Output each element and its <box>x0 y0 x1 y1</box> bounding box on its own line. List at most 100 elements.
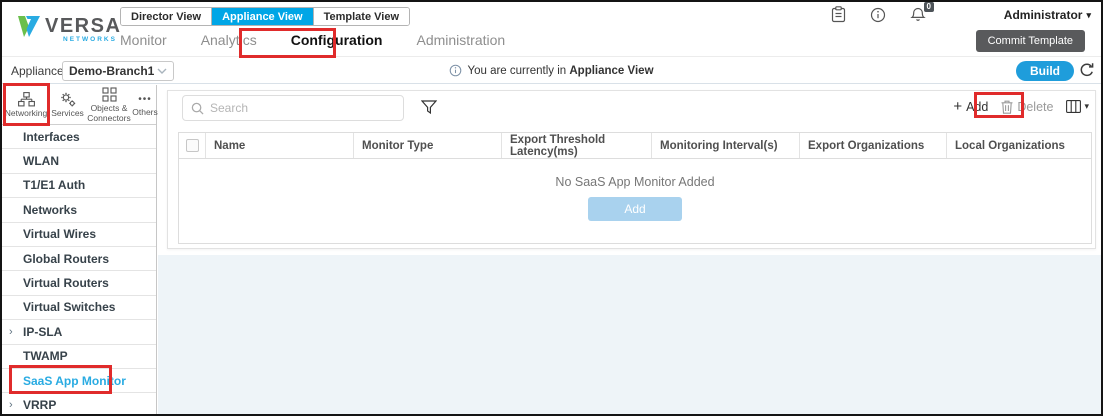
panel-actions: + Add Delete ▾ <box>953 99 1089 114</box>
category-label: Services <box>51 108 84 119</box>
user-menu-label: Administrator <box>1003 8 1083 22</box>
appliance-select-value: Demo-Branch1 <box>69 64 155 78</box>
column-header-monitor-type[interactable]: Monitor Type <box>354 133 502 158</box>
add-button[interactable]: + Add <box>953 99 988 114</box>
versa-v-icon <box>16 13 42 39</box>
tab-director-view[interactable]: Director View <box>121 8 213 25</box>
menu-item-label: Virtual Routers <box>23 276 109 291</box>
menu-item-label: SaaS App Monitor <box>23 373 126 388</box>
caret-down-icon: ▾ <box>1086 9 1091 20</box>
menu-item-label: TWAMP <box>23 349 68 364</box>
sidebar-category-objects-connectors[interactable]: Objects & Connectors <box>85 85 133 124</box>
chevron-right-icon: › <box>9 325 13 338</box>
sidebar-menu: Interfaces WLAN T1/E1 Auth Networks Virt… <box>2 125 156 414</box>
appliance-bar: Appliance Demo-Branch1 You are currently… <box>2 58 1101 84</box>
menu-item-label: Virtual Switches <box>23 300 116 315</box>
appliance-select[interactable]: Demo-Branch1 <box>62 61 174 81</box>
search-input[interactable] <box>210 101 395 115</box>
saas-app-monitor-panel: + Add Delete <box>167 90 1096 249</box>
menu-item-label: T1/E1 Auth <box>23 178 86 193</box>
gears-icon <box>60 92 75 107</box>
versa-director-window: VERSA NETWORKS Director View Appliance V… <box>0 0 1103 416</box>
search-box[interactable] <box>182 95 404 121</box>
ellipsis-icon: ••• <box>138 93 152 105</box>
filter-funnel-icon[interactable] <box>421 100 437 115</box>
category-label: Networking <box>4 108 48 119</box>
sidebar-item-interfaces[interactable]: Interfaces <box>2 125 156 150</box>
menu-item-label: WLAN <box>23 154 59 169</box>
sidebar-item-twamp[interactable]: TWAMP <box>2 345 156 369</box>
empty-state-add-button[interactable]: Add <box>588 197 682 221</box>
info-icon <box>450 64 462 77</box>
column-header-monitoring-interval[interactable]: Monitoring Interval(s) <box>652 133 800 158</box>
trash-icon <box>1001 100 1013 114</box>
user-menu[interactable]: Administrator ▾ <box>1004 8 1091 22</box>
column-header-local-organizations[interactable]: Local Organizations <box>947 133 1091 158</box>
sidebar-item-ip-sla[interactable]: › IP-SLA <box>2 320 156 345</box>
squares-icon <box>101 87 117 102</box>
columns-icon <box>1066 100 1082 113</box>
category-label: Others <box>132 106 158 117</box>
column-header-export-threshold-latency[interactable]: Export Threshold Latency(ms) <box>502 133 652 158</box>
sidebar-category-services[interactable]: Services <box>50 90 85 119</box>
tab-appliance-view[interactable]: Appliance View <box>212 8 314 25</box>
main-nav: Monitor Analytics Configuration Administ… <box>120 32 505 48</box>
nav-administration[interactable]: Administration <box>416 32 505 48</box>
view-tab-group: Director View Appliance View Template Vi… <box>120 7 411 26</box>
caret-down-icon: ▾ <box>1084 101 1089 111</box>
menu-item-label: Global Routers <box>23 251 110 266</box>
tab-template-view[interactable]: Template View <box>313 8 410 25</box>
app-header: VERSA NETWORKS Director View Appliance V… <box>2 2 1101 57</box>
menu-item-label: Interfaces <box>23 129 80 144</box>
brand-name: VERSA <box>45 15 122 37</box>
appliance-label: Appliance <box>11 64 64 78</box>
nav-analytics[interactable]: Analytics <box>201 32 257 48</box>
column-selector-button[interactable]: ▾ <box>1066 100 1089 113</box>
sidebar-item-saas-app-monitor[interactable]: SaaS App Monitor <box>2 369 156 394</box>
nav-configuration[interactable]: Configuration <box>291 32 383 48</box>
sidebar-item-virtual-routers[interactable]: Virtual Routers <box>2 271 156 296</box>
column-header-export-organizations[interactable]: Export Organizations <box>800 133 947 158</box>
refresh-icon[interactable] <box>1079 62 1095 79</box>
notifications-bell-icon[interactable]: 0 <box>910 2 934 23</box>
column-header-name[interactable]: Name <box>206 133 354 158</box>
plus-icon: + <box>953 98 963 115</box>
menu-item-label: Virtual Wires <box>23 227 97 242</box>
sidebar: Networking Services Objects & Connectors… <box>2 85 158 414</box>
sidebar-item-t1e1-auth[interactable]: T1/E1 Auth <box>2 174 156 199</box>
delete-button[interactable]: Delete <box>1001 100 1053 114</box>
sidebar-category-networking[interactable]: Networking <box>2 90 50 119</box>
sidebar-category-tabs: Networking Services Objects & Connectors… <box>2 85 158 125</box>
saas-monitor-table: Name Monitor Type Export Threshold Laten… <box>178 132 1092 244</box>
chevron-right-icon: › <box>9 398 13 411</box>
nav-monitor[interactable]: Monitor <box>120 32 167 48</box>
build-button[interactable]: Build <box>1016 61 1074 81</box>
menu-item-label: VRRP <box>23 397 57 412</box>
sidebar-item-virtual-switches[interactable]: Virtual Switches <box>2 296 156 321</box>
sidebar-item-networks[interactable]: Networks <box>2 198 156 223</box>
brand-subtitle: NETWORKS <box>63 36 117 43</box>
sidebar-item-virtual-wires[interactable]: Virtual Wires <box>2 223 156 247</box>
empty-state-message: No SaaS App Monitor Added <box>555 175 715 189</box>
delete-button-label: Delete <box>1017 99 1054 114</box>
content-background <box>158 255 1101 414</box>
main-content: + Add Delete <box>158 85 1101 414</box>
tasks-clipboard-icon[interactable] <box>831 6 846 23</box>
sidebar-item-global-routers[interactable]: Global Routers <box>2 247 156 272</box>
network-nodes-icon <box>17 92 35 107</box>
table-header-row: Name Monitor Type Export Threshold Laten… <box>179 133 1091 159</box>
chevron-down-icon <box>157 68 167 74</box>
sidebar-item-wlan[interactable]: WLAN <box>2 149 156 174</box>
table-empty-state: No SaaS App Monitor Added Add <box>179 175 1091 221</box>
notifications-badge: 0 <box>923 2 934 12</box>
sidebar-item-vrrp[interactable]: › VRRP <box>2 393 156 414</box>
sidebar-category-others[interactable]: ••• Others <box>132 92 158 118</box>
info-icon[interactable] <box>870 7 886 23</box>
notice-text: You are currently in Appliance View <box>467 64 654 77</box>
select-all-checkbox[interactable] <box>185 139 199 152</box>
menu-item-label: IP-SLA <box>23 324 63 339</box>
commit-template-button[interactable]: Commit Template <box>975 30 1085 52</box>
category-label: Objects & Connectors <box>87 103 131 123</box>
add-button-label: Add <box>966 99 989 114</box>
versa-logo: VERSA NETWORKS <box>16 11 120 49</box>
